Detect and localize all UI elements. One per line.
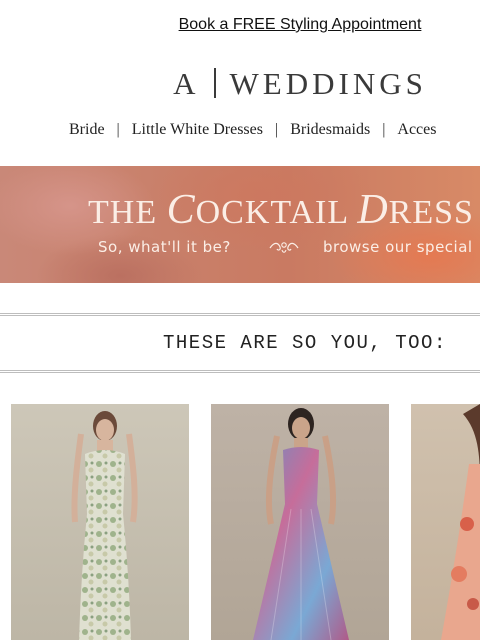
divider [0,372,480,373]
product-card[interactable] [211,404,389,640]
nav-item-little-white-dresses[interactable]: Little White Dresses [132,121,263,138]
book-appointment-link[interactable]: Book a FREE Styling Appointment [0,16,480,34]
nav-separator: | [274,121,279,138]
divider [0,313,480,314]
nav-separator: | [382,121,386,138]
product-image [211,404,389,640]
banner-browse-link[interactable]: browse our special [323,238,473,256]
brand-logo[interactable]: A WEDDINGS [0,66,480,102]
main-nav: Bride | Little White Dresses | Bridesmaids | A… [69,121,436,139]
divider [0,315,480,316]
nav-separator: | [116,121,120,138]
nav-item-accessories[interactable]: Acces [397,121,436,138]
product-card[interactable] [11,404,189,640]
cocktail-dress-banner[interactable]: THE COCKTAIL DRESS ED So, what'll it be?… [0,166,480,283]
nav-item-bridesmaids[interactable]: Bridesmaids [290,121,370,138]
product-image [411,404,480,640]
logo-word: WEDDINGS [229,66,427,101]
logo-letter: A [173,66,200,101]
banner-title: THE COCKTAIL DRESS ED [88,187,480,233]
flourish-icon [269,242,299,253]
logo-divider [213,68,216,98]
divider [0,370,480,371]
product-card[interactable] [411,404,480,640]
product-image [11,404,189,640]
nav-item-bride[interactable]: Bride [69,121,105,138]
section-title: THESE ARE SO YOU, TOO: [163,332,447,354]
banner-subtitle: So, what'll it be? [98,238,231,256]
